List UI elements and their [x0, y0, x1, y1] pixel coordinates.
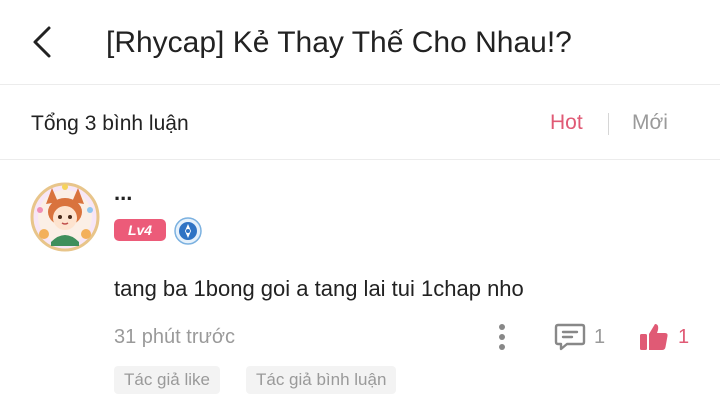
- comment-icon: [554, 323, 586, 351]
- level-badge: Lv4: [114, 219, 166, 241]
- more-options-button[interactable]: [492, 320, 512, 354]
- reply-button[interactable]: 1: [554, 320, 605, 354]
- blue-badge-icon: [174, 217, 202, 245]
- avatar[interactable]: [28, 180, 102, 254]
- comment-timestamp: 31 phút trước: [114, 326, 236, 348]
- sort-divider: [608, 113, 609, 135]
- username[interactable]: ...: [114, 180, 132, 206]
- sort-hot-tab[interactable]: Hot: [550, 111, 583, 135]
- like-count: 1: [678, 325, 690, 348]
- total-comments-label: Tổng 3 bình luận: [31, 112, 189, 135]
- chevron-left-icon: [33, 26, 51, 58]
- page-title: [Rhycap] Kẻ Thay Thế Cho Nhau!?: [106, 26, 572, 59]
- header-bar: [Rhycap] Kẻ Thay Thế Cho Nhau!?: [0, 0, 720, 85]
- back-button[interactable]: [26, 22, 58, 62]
- thumbs-up-icon: [640, 324, 668, 350]
- like-button[interactable]: 1: [638, 320, 689, 354]
- author-liked-tag: Tác giả like: [114, 366, 220, 394]
- more-vertical-icon: [499, 324, 505, 350]
- comment-text: tang ba 1bong goi a tang lai tui 1chap n…: [114, 276, 524, 301]
- comment-summary-bar: Tổng 3 bình luận Hot Mới: [0, 85, 720, 160]
- reply-count: 1: [594, 325, 606, 348]
- author-commented-tag: Tác giả bình luận: [246, 366, 397, 394]
- sort-new-tab[interactable]: Mới: [632, 111, 668, 135]
